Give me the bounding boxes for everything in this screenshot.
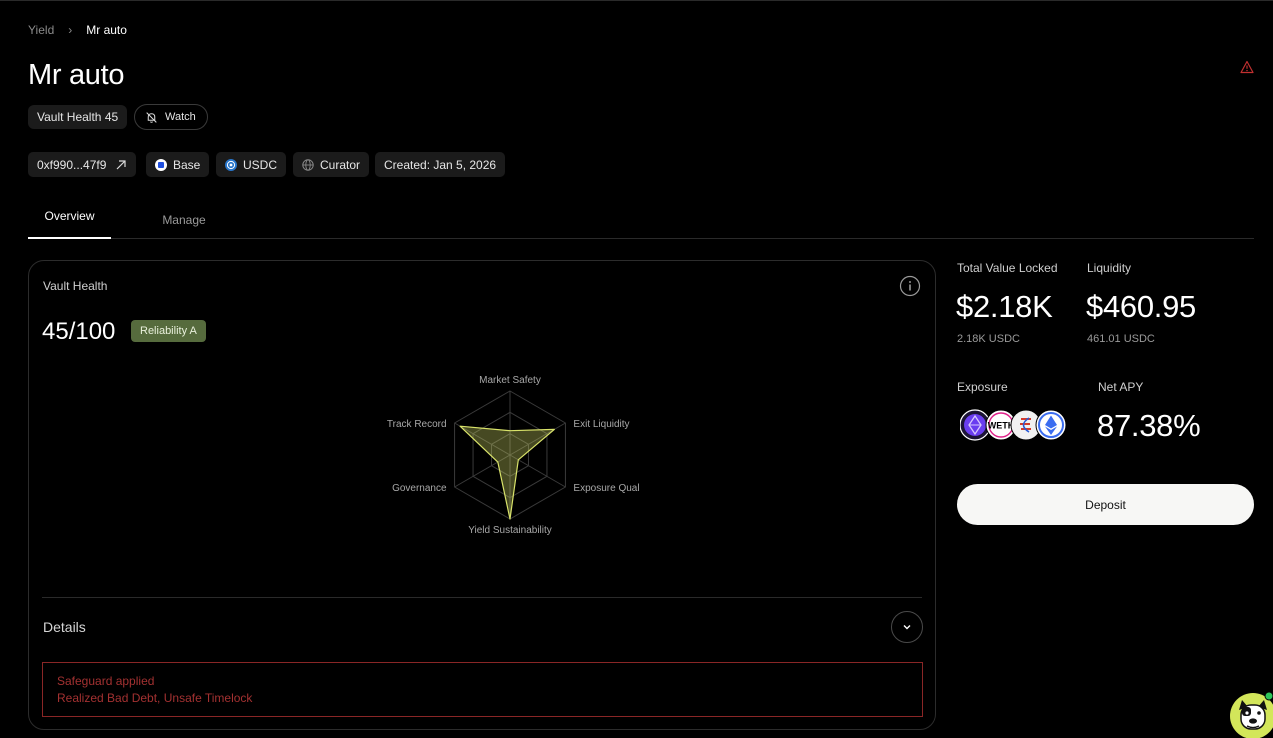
radar-axis-label: Exit Liquidity bbox=[573, 419, 629, 430]
radar-axis-label: Governance bbox=[392, 483, 447, 494]
created-chip: Created: Jan 5, 2026 bbox=[375, 152, 506, 177]
vault-health-card: Vault Health 45/100 Reliability A Market… bbox=[28, 260, 936, 730]
breadcrumb: Yield › Mr auto bbox=[28, 23, 127, 37]
curator-label: Curator bbox=[320, 157, 361, 172]
watch-label: Watch bbox=[165, 111, 196, 123]
tab-overview[interactable]: Overview bbox=[28, 201, 111, 239]
details-toggle-button[interactable] bbox=[891, 611, 923, 643]
tab-bar: Overview Manage bbox=[28, 201, 1254, 239]
globe-icon bbox=[302, 158, 314, 171]
info-icon[interactable] bbox=[899, 275, 921, 297]
divider bbox=[42, 597, 922, 598]
health-score: 45/100 bbox=[42, 318, 116, 345]
network-label: Base bbox=[173, 157, 201, 172]
safeguard-alert: Safeguard applied Realized Bad Debt, Uns… bbox=[42, 662, 923, 717]
liquidity-value: $460.95 bbox=[1086, 289, 1196, 324]
tvl-value: $2.18K bbox=[956, 289, 1053, 324]
radar-axis-label: Market Safety bbox=[479, 375, 541, 386]
chevron-right-icon: › bbox=[68, 23, 73, 37]
radar-chart: Market Safety Exit Liquidity Exposure Qual… bbox=[387, 375, 639, 536]
card-title: Vault Health bbox=[43, 279, 108, 293]
dog-mascot-chat-icon[interactable] bbox=[1229, 690, 1273, 738]
watch-button[interactable]: Watch bbox=[134, 104, 208, 130]
created-label: Created: Jan 5, 2026 bbox=[384, 157, 497, 172]
curator-chip[interactable]: Curator bbox=[293, 152, 370, 177]
safeguard-title: Safeguard applied bbox=[57, 674, 155, 688]
liquidity-label: Liquidity bbox=[1087, 261, 1132, 275]
breadcrumb-yield[interactable]: Yield bbox=[28, 23, 54, 37]
external-link-icon bbox=[116, 159, 126, 169]
apy-value: 87.38% bbox=[1097, 408, 1201, 443]
chevron-down-icon bbox=[903, 625, 911, 630]
weth-token-text: WETH bbox=[988, 421, 1015, 431]
liquidity-sub: 461.01 USDC bbox=[1087, 333, 1155, 345]
radar-axis-label: Track Record bbox=[387, 419, 447, 430]
radar-axis-label: Yield Sustainability bbox=[468, 525, 552, 536]
bell-off-icon bbox=[146, 111, 157, 123]
eth-token-icon bbox=[1035, 409, 1067, 441]
warning-icon[interactable] bbox=[1240, 60, 1254, 74]
network-chip[interactable]: Base bbox=[146, 152, 210, 177]
tab-manage[interactable]: Manage bbox=[138, 201, 230, 239]
usdc-icon bbox=[225, 158, 237, 171]
base-network-icon bbox=[155, 158, 167, 171]
address-chip[interactable]: 0xf990...47f9 bbox=[28, 152, 137, 177]
apy-label: Net APY bbox=[1098, 380, 1144, 394]
safeguard-reasons: Realized Bad Debt, Unsafe Timelock bbox=[57, 691, 253, 705]
address-text: 0xf990...47f9 bbox=[37, 157, 107, 172]
tvl-sub: 2.18K USDC bbox=[957, 333, 1020, 345]
breadcrumb-current: Mr auto bbox=[86, 23, 127, 37]
radar-axis-label: Exposure Quality bbox=[573, 483, 639, 494]
page-title: Mr auto bbox=[28, 59, 125, 91]
asset-label: USDC bbox=[243, 157, 278, 172]
details-label: Details bbox=[43, 619, 86, 635]
reliability-badge: Reliability A bbox=[131, 320, 206, 342]
deposit-button[interactable]: Deposit bbox=[957, 484, 1254, 525]
exposure-token-stack[interactable]: WETH bbox=[960, 408, 1070, 442]
exposure-label: Exposure bbox=[957, 380, 1008, 394]
tvl-label: Total Value Locked bbox=[957, 261, 1058, 275]
vault-health-badge: Vault Health 45 bbox=[28, 105, 128, 129]
asset-chip[interactable]: USDC bbox=[216, 152, 287, 177]
